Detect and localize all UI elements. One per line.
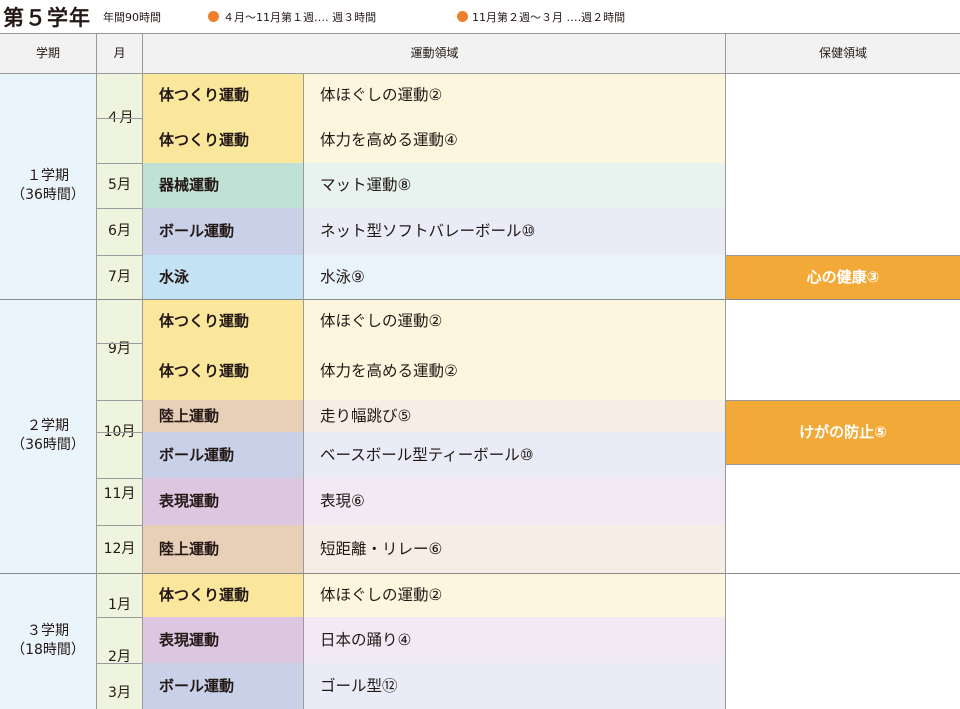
activity-detail: 体力を高める運動④ <box>304 118 725 163</box>
activity-detail: マット運動⑧ <box>304 163 725 208</box>
table-border <box>726 400 960 401</box>
table-border <box>96 33 97 709</box>
health-cell: 心の健康③ <box>726 255 960 299</box>
term-name: ３学期 <box>27 623 69 640</box>
activity-category: 表現運動 <box>143 617 303 663</box>
activity-category: ボール運動 <box>143 663 303 709</box>
table-border <box>0 73 960 74</box>
column-header-term: 学期 <box>0 33 96 73</box>
table-border <box>0 33 960 34</box>
activity-detail: 走り幅跳び⑤ <box>304 400 725 432</box>
activity-detail: 短距離・リレー⑥ <box>304 525 725 573</box>
term-cell: １学期 （36時間） <box>0 73 96 299</box>
activity-category: 陸上運動 <box>143 525 303 573</box>
month-cell: 5月 <box>96 163 143 208</box>
column-header-month: 月 <box>96 33 143 73</box>
activity-category: ボール運動 <box>143 208 303 255</box>
activity-category: 体つくり運動 <box>143 573 303 617</box>
month-cell: 9月 <box>96 299 143 400</box>
activity-detail: ネット型ソフトバレーボール⑩ <box>304 208 725 255</box>
activity-category: 器械運動 <box>143 163 303 208</box>
month-cell: 7月 <box>96 255 143 299</box>
activity-detail: ベースボール型ティーボール⑩ <box>304 432 725 478</box>
month-cell: 6月 <box>96 208 143 255</box>
term-cell: ３学期 （18時間） <box>0 573 96 709</box>
term-name: ２学期 <box>27 418 69 435</box>
activity-detail: 表現⑥ <box>304 478 725 525</box>
table-border <box>0 573 960 574</box>
table-border <box>726 464 960 465</box>
term-hours: （36時間） <box>11 187 85 203</box>
activity-detail: 日本の踊り④ <box>304 617 725 663</box>
activity-detail: 体ほぐしの運動② <box>304 299 725 343</box>
activity-category: 体つくり運動 <box>143 73 303 118</box>
activity-detail: 体力を高める運動② <box>304 343 725 400</box>
activity-category: 体つくり運動 <box>143 118 303 163</box>
activity-category: 体つくり運動 <box>143 299 303 343</box>
table-border <box>726 255 960 256</box>
month-cell: 11月 <box>96 464 143 525</box>
month-cell: 3月 <box>96 678 143 709</box>
month-cell: 1月 <box>96 573 143 637</box>
month-cell: 12月 <box>96 525 143 573</box>
term-name: １学期 <box>27 168 69 185</box>
term-hours: （36時間） <box>11 437 85 453</box>
column-header-health: 保健領域 <box>726 33 960 73</box>
activity-category: 水泳 <box>143 255 303 299</box>
activity-detail: ゴール型⑫ <box>304 663 725 709</box>
health-cell: けがの防止⑤ <box>726 400 960 464</box>
activity-detail: 水泳⑨ <box>304 255 725 299</box>
activity-detail: 体ほぐしの運動② <box>304 73 725 118</box>
term-hours: （18時間） <box>11 642 85 658</box>
curriculum-table: 学期 月 運動領域 保健領域 １学期 （36時間） ２学期 （36時間） ３学期… <box>0 0 960 709</box>
table-border <box>0 299 960 300</box>
table-border <box>725 33 726 709</box>
column-header-sports: 運動領域 <box>143 33 726 73</box>
activity-detail: 体ほぐしの運動② <box>304 573 725 617</box>
table-border <box>142 33 143 709</box>
month-cell: 2月 <box>96 637 143 678</box>
activity-category: 表現運動 <box>143 478 303 525</box>
activity-category: 体つくり運動 <box>143 343 303 400</box>
activity-category: ボール運動 <box>143 432 303 478</box>
table-border <box>303 73 304 709</box>
activity-category: 陸上運動 <box>143 400 303 432</box>
term-cell: ２学期 （36時間） <box>0 299 96 573</box>
